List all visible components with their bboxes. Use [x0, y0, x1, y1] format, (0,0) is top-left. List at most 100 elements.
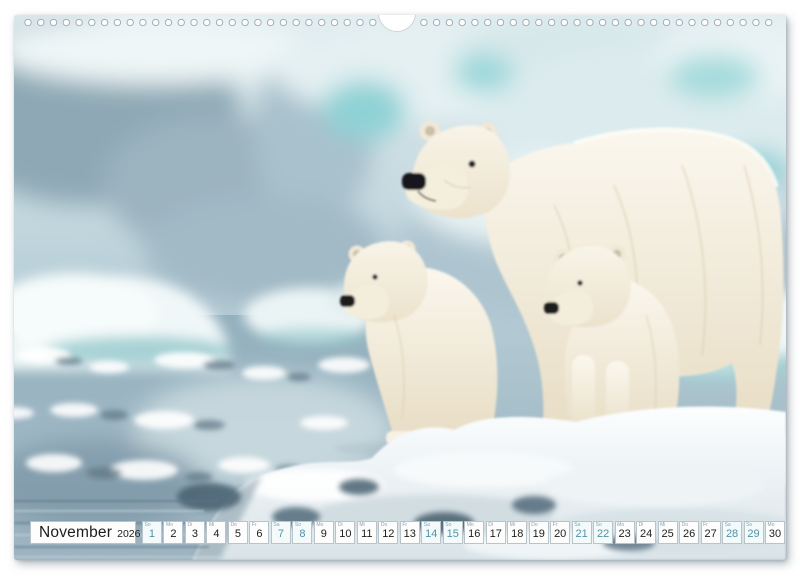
- day-cell: Do12: [378, 521, 398, 544]
- day-strip: So1Mo2Di3Mi4Do5Fr6Sa7So8Mo9Di10Mi11Do12F…: [142, 521, 785, 544]
- day-cell: So15: [443, 521, 463, 544]
- day-cell: So8: [292, 521, 312, 544]
- binding-hole: [587, 19, 593, 25]
- polar-bear-photo: [14, 15, 786, 560]
- day-number: 11: [361, 529, 372, 543]
- day-number: 27: [704, 529, 716, 543]
- day-number: 6: [256, 529, 262, 543]
- binding-hole: [485, 19, 491, 25]
- binding-hole: [76, 19, 82, 25]
- day-number: 9: [321, 529, 327, 543]
- day-cell: Mo9: [314, 521, 334, 544]
- day-number: 13: [404, 529, 416, 543]
- weekday-abbr: So: [145, 523, 151, 528]
- day-number: 18: [511, 529, 523, 543]
- month-box: November 2026: [30, 521, 136, 544]
- weekday-abbr: Di: [488, 523, 493, 528]
- binding-hole: [689, 19, 695, 25]
- day-number: 4: [213, 529, 219, 543]
- weekday-abbr: Mi: [660, 523, 665, 528]
- weekday-abbr: Di: [639, 523, 644, 528]
- day-number: 15: [447, 529, 459, 543]
- binding-hole: [38, 19, 44, 25]
- weekday-abbr: Sa: [725, 523, 731, 528]
- binding-hole: [676, 19, 682, 25]
- binding-hole: [153, 19, 159, 25]
- binding-hole: [331, 19, 337, 25]
- day-cell: Di17: [486, 521, 506, 544]
- day-cell: Fr27: [701, 521, 721, 544]
- binding-hole: [216, 19, 222, 25]
- binding-hole: [370, 19, 376, 25]
- binding-hole: [127, 19, 133, 25]
- weekday-abbr: Fr: [703, 523, 708, 528]
- day-number: 23: [619, 529, 631, 543]
- binding-hole: [140, 19, 146, 25]
- binding-hole: [753, 19, 759, 25]
- binding-hole: [267, 19, 273, 25]
- weekday-abbr: Mi: [510, 523, 515, 528]
- month-label: November: [39, 522, 112, 543]
- weekday-abbr: Fr: [252, 523, 257, 528]
- binding-hole: [766, 19, 772, 25]
- binding-hole: [178, 19, 184, 25]
- weekday-abbr: Mo: [467, 523, 474, 528]
- weekday-abbr: Sa: [273, 523, 279, 528]
- day-number: 3: [192, 529, 198, 543]
- day-number: 14: [425, 529, 437, 543]
- weekday-abbr: Mi: [209, 523, 214, 528]
- binding-hole: [101, 19, 107, 25]
- day-number: 21: [576, 529, 588, 543]
- day-cell: Fr6: [249, 521, 269, 544]
- day-cell: Mo23: [615, 521, 635, 544]
- binding-hole: [25, 19, 31, 25]
- day-number: 20: [554, 529, 566, 543]
- day-number: 28: [726, 529, 738, 543]
- day-cell: Mi11: [357, 521, 377, 544]
- binding-hole: [459, 19, 465, 25]
- binding-hole: [561, 19, 567, 25]
- binding-hole: [344, 19, 350, 25]
- binding-hole: [63, 19, 69, 25]
- day-number: 10: [339, 529, 351, 543]
- day-cell: Do5: [228, 521, 248, 544]
- binding-hole: [497, 19, 503, 25]
- day-cell: Mo30: [765, 521, 785, 544]
- binding-hole: [229, 19, 235, 25]
- day-cell: Do19: [529, 521, 549, 544]
- binding-hole: [727, 19, 733, 25]
- weekday-abbr: So: [596, 523, 602, 528]
- day-number: 1: [149, 529, 155, 543]
- binding-hole: [242, 19, 248, 25]
- weekday-abbr: Do: [531, 523, 537, 528]
- day-number: 25: [661, 529, 673, 543]
- binding-hole: [625, 19, 631, 25]
- day-number: 22: [597, 529, 609, 543]
- day-number: 16: [468, 529, 480, 543]
- binding-hole: [663, 19, 669, 25]
- weekday-abbr: Sa: [424, 523, 430, 528]
- day-number: 7: [278, 529, 284, 543]
- binding-hole: [293, 19, 299, 25]
- day-cell: Mo2: [163, 521, 183, 544]
- weekday-abbr: Mo: [617, 523, 624, 528]
- weekday-abbr: Do: [682, 523, 688, 528]
- binding-hole: [319, 19, 325, 25]
- binding-hole: [612, 19, 618, 25]
- weekday-abbr: So: [746, 523, 752, 528]
- day-number: 30: [769, 529, 781, 543]
- binding-hole: [357, 19, 363, 25]
- day-cell: Di24: [636, 521, 656, 544]
- weekday-abbr: Mo: [768, 523, 775, 528]
- day-number: 24: [640, 529, 652, 543]
- binding-hole: [714, 19, 720, 25]
- weekday-abbr: So: [445, 523, 451, 528]
- binding-hole: [204, 19, 210, 25]
- binding-hole: [510, 19, 516, 25]
- weekday-abbr: Fr: [402, 523, 407, 528]
- weekday-abbr: Do: [381, 523, 387, 528]
- day-cell: Sa21: [572, 521, 592, 544]
- day-number: 12: [382, 529, 394, 543]
- weekday-abbr: Di: [338, 523, 343, 528]
- calendar-page: November 2026 So1Mo2Di3Mi4Do5Fr6Sa7So8Mo…: [14, 15, 786, 560]
